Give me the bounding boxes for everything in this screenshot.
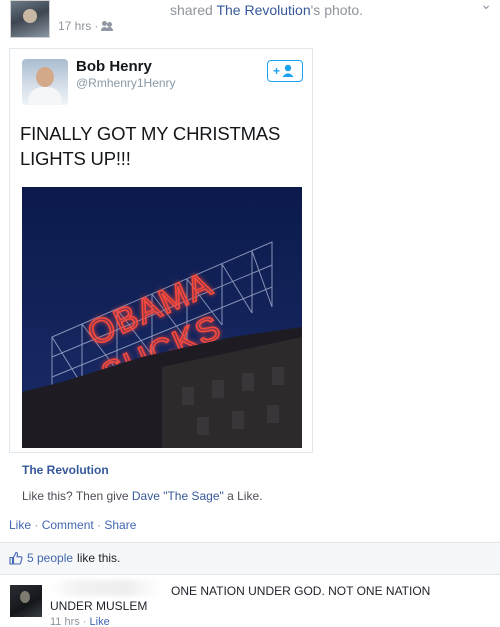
likes-rest-text: like this.	[77, 551, 121, 565]
likes-summary: 5 people like this.	[9, 551, 120, 565]
follow-button[interactable]: +	[267, 60, 303, 82]
comment-text-line1: ONE NATION UNDER GOD. NOT ONE NATION	[171, 584, 431, 598]
caption-link[interactable]: Dave "The Sage"	[132, 489, 224, 503]
post-actions: Like · Comment · Share	[9, 518, 136, 532]
likes-count-link[interactable]: 5 people	[27, 551, 73, 565]
caption-suffix: a Like.	[223, 489, 263, 503]
follow-plus-icon: +	[273, 64, 294, 78]
comment-text-line2: UNDER MUSLEM	[50, 599, 148, 613]
commenter-name-redacted	[50, 580, 160, 596]
friends-icon[interactable]	[101, 21, 114, 31]
caption-prefix: Like this? Then give	[22, 489, 132, 503]
post-time[interactable]: 17 hrs	[58, 19, 91, 33]
post-caption: Like this? Then give Dave "The Sage" a L…	[22, 489, 262, 503]
post-meta: 17 hrs ·	[58, 19, 114, 33]
poster-avatar[interactable]	[10, 0, 50, 38]
like-link[interactable]: Like	[9, 518, 31, 532]
tweet-author-name[interactable]: Bob Henry	[76, 58, 152, 75]
shared-suffix: 's photo.	[310, 2, 364, 18]
shared-page-link[interactable]: The Revolution	[216, 2, 310, 18]
tweet-text: FINALLY GOT MY CHRISTMAS LIGHTS UP!!!	[20, 123, 281, 169]
comment-meta-separator: ·	[79, 616, 90, 625]
chevron-down-icon[interactable]: ⌄	[480, 0, 492, 13]
commenter-avatar[interactable]	[10, 585, 42, 617]
neon-sign-photo: OBAMA SUCKS	[22, 187, 302, 448]
comment-meta: 11 hrs · Like	[50, 616, 110, 625]
thumbs-up-icon	[9, 551, 23, 565]
shared-line: shared The Revolution's photo.	[170, 2, 363, 18]
tweet-author-avatar[interactable]	[22, 59, 68, 105]
svg-text:+: +	[273, 64, 280, 78]
comment-link[interactable]: Comment	[42, 518, 94, 532]
tweet-photo[interactable]: OBAMA SUCKS	[22, 187, 302, 448]
embedded-tweet-card[interactable]: Bob Henry @Rmhenry1Henry + FINALLY GOT M…	[9, 48, 313, 453]
action-separator: ·	[93, 518, 105, 532]
shared-prefix: shared	[170, 2, 217, 18]
comment-like-link[interactable]: Like	[90, 616, 110, 625]
tweet-author-handle[interactable]: @Rmhenry1Henry	[76, 76, 176, 90]
page-name-link[interactable]: The Revolution	[22, 463, 109, 477]
meta-separator: ·	[94, 19, 99, 33]
comment-time[interactable]: 11 hrs	[50, 616, 80, 625]
action-separator: ·	[31, 518, 42, 532]
share-link[interactable]: Share	[104, 518, 136, 532]
